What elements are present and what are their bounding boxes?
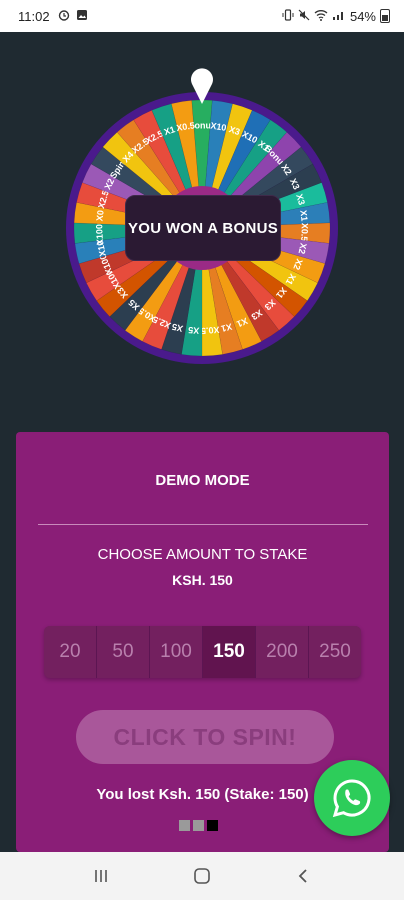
mute-icon	[298, 9, 310, 24]
back-icon	[299, 869, 307, 883]
wheel-area: Bonus X10 X3 X10 X1 Bonus X2 X3 X3 X1 X0.5 X2 X2 X1 X1…	[0, 32, 404, 432]
amount-button-250[interactable]: 250	[309, 626, 361, 678]
demo-mode-label: DEMO MODE	[155, 472, 250, 489]
page-dot[interactable]	[193, 820, 204, 831]
navigation-bar	[0, 852, 404, 900]
page-dot[interactable]	[179, 820, 190, 831]
page-indicator	[179, 820, 218, 831]
wheel-segment-label: X0.5	[299, 223, 310, 242]
amount-button-200[interactable]: 200	[256, 626, 309, 678]
spin-button[interactable]: CLICK TO SPIN!	[76, 710, 334, 764]
amount-button-20[interactable]: 20	[44, 626, 97, 678]
recent-apps-icon	[94, 870, 107, 882]
amount-button-150[interactable]: 150	[203, 626, 256, 678]
wheel-segment-label: X5	[188, 325, 200, 336]
battery-icon	[380, 9, 390, 23]
status-bar: 11:02 54%	[0, 0, 404, 32]
alarm-icon	[58, 9, 70, 24]
amount-button-50[interactable]: 50	[97, 626, 150, 678]
stake-amount: KSH. 150	[172, 572, 233, 588]
amount-button-100[interactable]: 100	[150, 626, 203, 678]
battery-text: 54%	[349, 8, 376, 24]
stake-title: CHOOSE AMOUNT TO STAKE	[97, 546, 308, 563]
whatsapp-icon	[332, 779, 371, 818]
result-message: YOU WON A BONUS	[125, 195, 281, 261]
wheel-segment-label: X1	[298, 210, 309, 222]
vibrate-icon	[282, 8, 294, 24]
home-button[interactable]	[182, 867, 222, 885]
back-button[interactable]	[283, 868, 323, 884]
wheel-segment-label: X0.5	[201, 325, 220, 336]
recent-apps-button[interactable]	[81, 868, 121, 884]
wheel-segment-label: X0	[94, 210, 105, 222]
page-dot-active[interactable]	[207, 820, 218, 831]
wifi-icon	[314, 9, 328, 24]
signal-icon	[332, 9, 346, 24]
amount-selector: 20 50 100 150 200 250	[44, 626, 361, 678]
photo-icon	[76, 9, 88, 24]
home-icon	[194, 868, 210, 884]
status-time: 11:02	[18, 8, 50, 24]
whatsapp-button[interactable]	[314, 760, 390, 836]
divider	[38, 524, 368, 525]
